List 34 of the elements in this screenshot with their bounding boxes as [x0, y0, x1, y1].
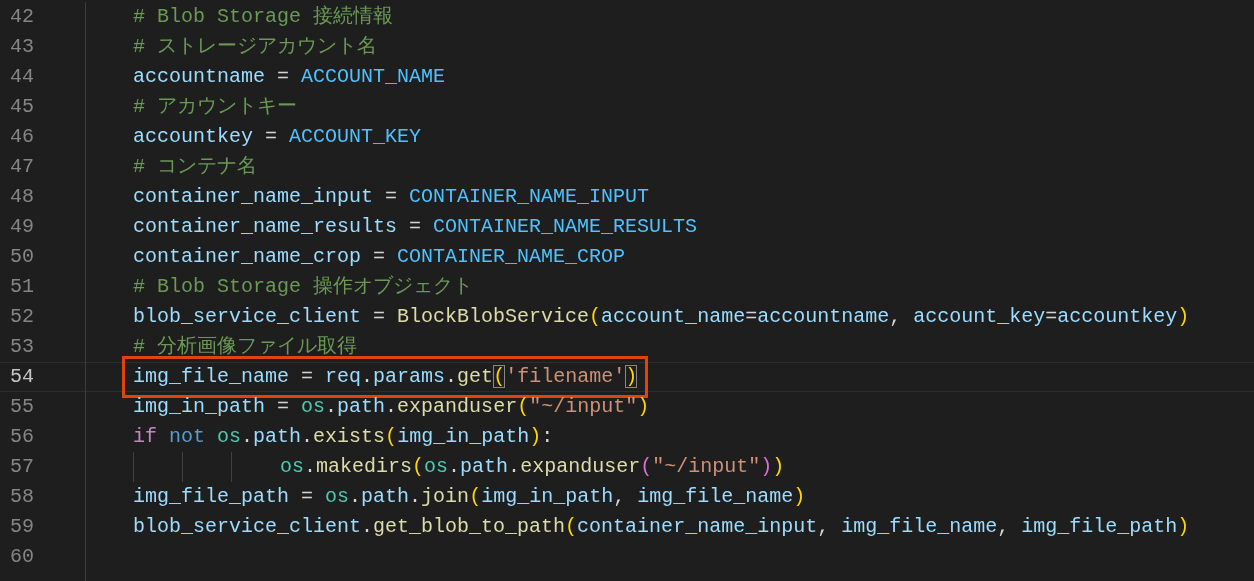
- code-line: img_file_path = os.path.join(img_in_path, img_file_name): [133, 484, 806, 510]
- line-number: 59: [9, 514, 35, 540]
- line-number: 53: [9, 334, 35, 360]
- code-line: container_name_crop = CONTAINER_NAME_CROP: [133, 244, 626, 270]
- line-number: 42: [9, 4, 35, 30]
- code-line: container_name_input = CONTAINER_NAME_INPUT: [133, 184, 650, 210]
- line-number: 45: [9, 94, 35, 120]
- line-number: 58: [9, 484, 35, 510]
- line-number: 50: [9, 244, 35, 270]
- line-number: 55: [9, 394, 35, 420]
- code-line: blob_service_client = BlockBlobService(account_name=accountname, account_key=accountkey): [133, 304, 1190, 330]
- line-number: 51: [9, 274, 35, 300]
- line-number: 46: [9, 124, 35, 150]
- code-line: # Blob Storage 操作オブジェクト: [133, 274, 474, 300]
- code-line: # ストレージアカウント名: [133, 34, 377, 60]
- line-number: 47: [9, 154, 35, 180]
- code-line: container_name_results = CONTAINER_NAME_RESULTS: [133, 214, 698, 240]
- line-number: 60: [9, 544, 35, 570]
- code-line: accountname = ACCOUNT_NAME: [133, 64, 446, 90]
- code-line: os.makedirs(os.path.expanduser("~/input")): [280, 454, 785, 480]
- code-line: # コンテナ名: [133, 154, 257, 180]
- code-line: # Blob Storage 接続情報: [133, 4, 394, 30]
- line-number: 44: [9, 64, 35, 90]
- code-line: # アカウントキー: [133, 94, 297, 120]
- line-number: 48: [9, 184, 35, 210]
- line-number: 56: [9, 424, 35, 450]
- code-line: blob_service_client.get_blob_to_path(container_name_input, img_file_name, img_file_path): [133, 514, 1190, 540]
- line-number: 57: [9, 454, 35, 480]
- line-number: 43: [9, 34, 35, 60]
- code-line: accountkey = ACCOUNT_KEY: [133, 124, 422, 150]
- line-number: 54: [9, 364, 35, 390]
- code-line: if not os.path.exists(img_in_path):: [133, 424, 554, 450]
- line-number: 49: [9, 214, 35, 240]
- line-number: 52: [9, 304, 35, 330]
